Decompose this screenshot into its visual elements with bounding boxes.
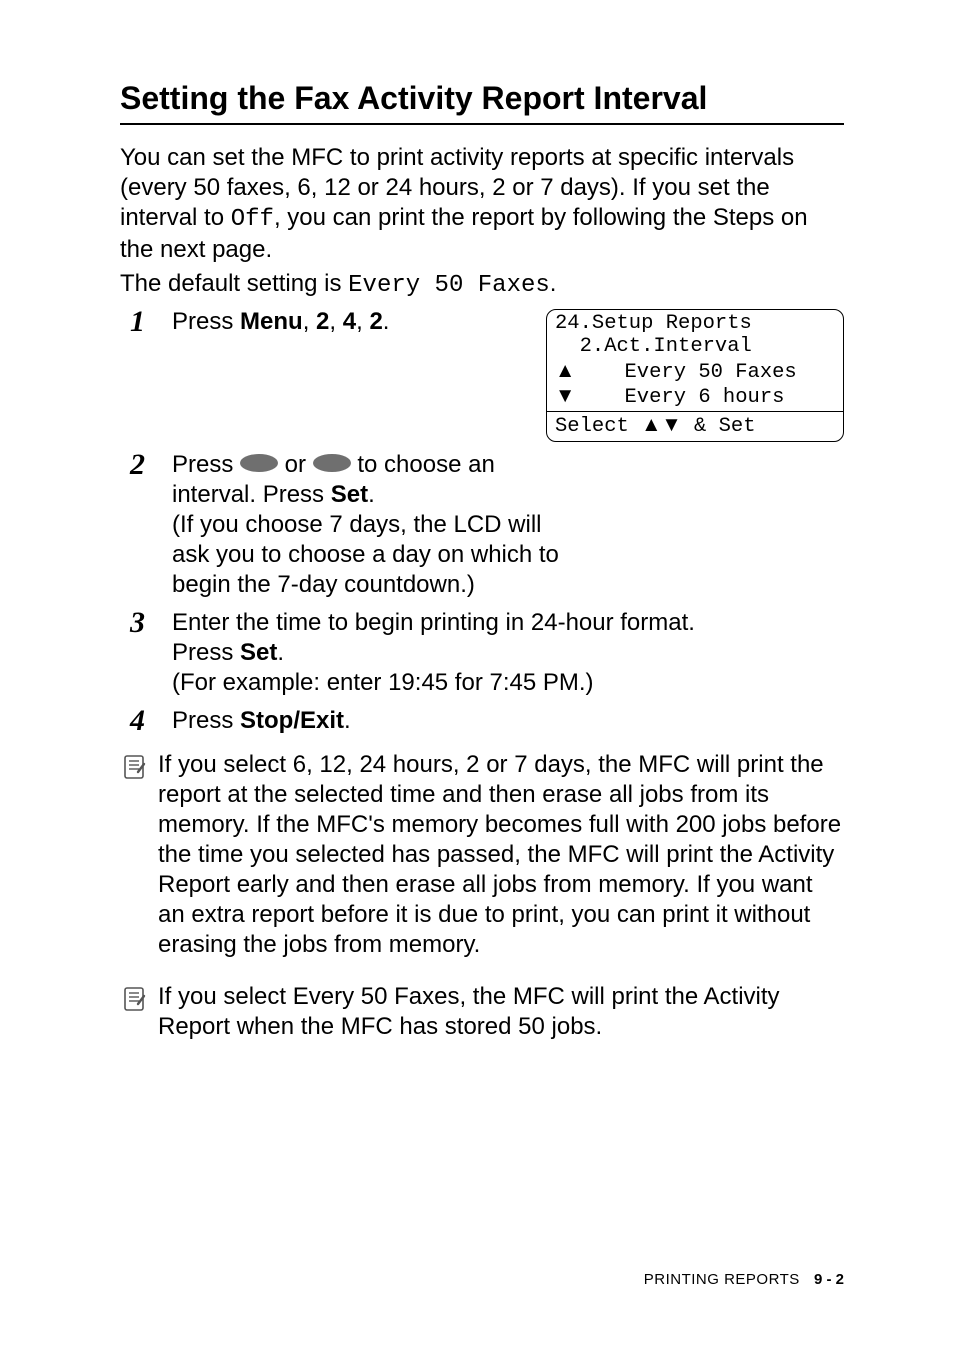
- step-text: Press or to choose an interval. Press Se…: [172, 450, 567, 600]
- step-1: 1 Press Menu, 2, 4, 2. 24.Setup Reports …: [120, 307, 844, 442]
- section-heading: Setting the Fax Activity Report Interval: [120, 80, 844, 117]
- lcd-display: 24.Setup Reports 2.Act.Interval ▲ Every …: [546, 309, 844, 442]
- text: ,: [329, 308, 342, 335]
- text: Press: [172, 639, 240, 666]
- key-label: 2: [369, 308, 382, 335]
- text: Select: [555, 415, 641, 438]
- text: .: [344, 707, 351, 734]
- step-number: 1: [130, 303, 145, 341]
- note-icon: [120, 752, 150, 782]
- text: .: [550, 270, 557, 297]
- lcd-line: Select ▲▼ & Set: [555, 413, 835, 439]
- note-block: If you select Every 50 Faxes, the MFC wi…: [120, 982, 844, 1042]
- step-3: 3 Enter the time to begin printing in 24…: [120, 608, 844, 698]
- text: .: [383, 308, 390, 335]
- step-text: Press Stop/Exit.: [172, 706, 844, 736]
- footer-chapter: PRINTING REPORTS: [644, 1271, 800, 1288]
- key-label: Stop/Exit: [240, 707, 344, 734]
- code-text: Every 50 Faxes: [348, 272, 550, 299]
- text: & Set: [682, 415, 756, 438]
- lcd-line: ▲ Every 50 Faxes: [555, 359, 835, 385]
- text: Enter the time to begin printing in 24-h…: [172, 609, 695, 636]
- note-text: If you select 6, 12, 24 hours, 2 or 7 da…: [158, 750, 844, 960]
- lcd-line: 2.Act.Interval: [555, 335, 835, 359]
- text: The default setting is: [120, 270, 348, 297]
- footer-page-number: 9 - 2: [814, 1271, 844, 1288]
- lcd-line: ▼ Every 6 hours: [555, 384, 835, 410]
- step-subtext: (For example: enter 19:45 for 7:45 PM.): [172, 669, 594, 696]
- text: Press: [172, 308, 240, 335]
- text: ,: [356, 308, 369, 335]
- note-icon: [120, 984, 150, 1014]
- step-list: 1 Press Menu, 2, 4, 2. 24.Setup Reports …: [120, 307, 844, 736]
- text: Press: [172, 451, 240, 478]
- key-label: Set: [240, 639, 277, 666]
- text: or: [278, 451, 313, 478]
- step-4: 4 Press Stop/Exit.: [120, 706, 844, 736]
- note-block: If you select 6, 12, 24 hours, 2 or 7 da…: [120, 750, 844, 960]
- step-text: Enter the time to begin printing in 24-h…: [172, 608, 844, 698]
- intro-paragraph-2: The default setting is Every 50 Faxes.: [120, 269, 844, 301]
- step-subtext: (If you choose 7 days, the LCD will ask …: [172, 511, 559, 598]
- key-label: 4: [343, 308, 356, 335]
- text: ,: [303, 308, 316, 335]
- document-page: Setting the Fax Activity Report Interval…: [0, 0, 954, 1352]
- text: .: [277, 639, 284, 666]
- nav-down-button-icon: [313, 454, 351, 472]
- key-label: Menu: [240, 308, 303, 335]
- intro-paragraph-1: You can set the MFC to print activity re…: [120, 143, 844, 265]
- up-arrow-icon: ▲: [555, 359, 575, 382]
- note-text: If you select Every 50 Faxes, the MFC wi…: [158, 982, 844, 1042]
- heading-rule: [120, 123, 844, 125]
- key-label: Set: [331, 481, 368, 508]
- down-arrow-icon: ▼: [555, 384, 575, 407]
- lcd-line: 24.Setup Reports: [555, 312, 835, 336]
- up-down-arrow-icon: ▲▼: [641, 413, 682, 436]
- text: Press: [172, 707, 240, 734]
- step-number: 2: [130, 446, 145, 484]
- step-number: 4: [130, 702, 145, 740]
- lcd-divider: [547, 411, 843, 412]
- text: Every 6 hours: [575, 386, 784, 409]
- step-text: Press Menu, 2, 4, 2.: [172, 307, 528, 337]
- key-label: 2: [316, 308, 329, 335]
- page-footer: PRINTING REPORTS 9 - 2: [644, 1271, 844, 1288]
- code-text: Off: [231, 206, 274, 233]
- nav-up-button-icon: [240, 454, 278, 472]
- text: Every 50 Faxes: [575, 361, 796, 384]
- step-number: 3: [130, 604, 145, 642]
- step-2: 2 Press or to choose an interval. Press …: [120, 450, 844, 600]
- text: .: [368, 481, 375, 508]
